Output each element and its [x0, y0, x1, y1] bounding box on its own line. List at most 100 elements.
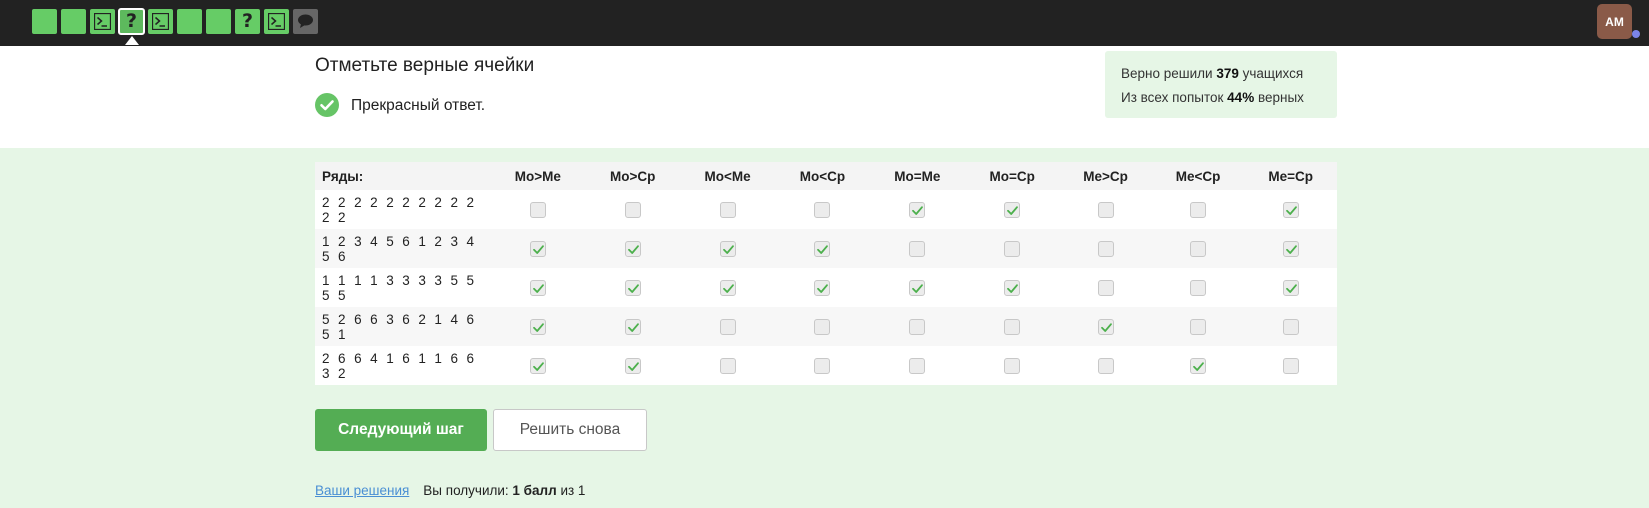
cell-checkbox[interactable] [719, 318, 736, 335]
cell-checkbox[interactable] [529, 201, 546, 218]
cell-checkbox[interactable] [1097, 240, 1114, 257]
table-cell [1059, 346, 1152, 385]
column-header: Мо<Ср [775, 162, 870, 190]
row-label: 1 1 1 1 3 3 3 3 5 5 5 5 [315, 268, 490, 307]
cell-checkbox[interactable] [1190, 318, 1207, 335]
cell-checkbox[interactable] [1282, 279, 1299, 296]
step-5[interactable] [148, 9, 173, 34]
stats-solved-prefix: Верно решили [1121, 66, 1213, 81]
table-cell [965, 346, 1060, 385]
cell-checkbox[interactable] [1282, 240, 1299, 257]
table-cell [775, 268, 870, 307]
cell-checkbox[interactable] [909, 279, 926, 296]
table-cell [1244, 307, 1337, 346]
cell-checkbox[interactable] [1190, 240, 1207, 257]
cell-checkbox[interactable] [909, 318, 926, 335]
cell-checkbox[interactable] [1282, 318, 1299, 335]
cell-checkbox[interactable] [719, 357, 736, 374]
cell-checkbox[interactable] [1004, 201, 1021, 218]
cell-checkbox[interactable] [1282, 201, 1299, 218]
table-cell [775, 346, 870, 385]
cell-checkbox[interactable] [814, 240, 831, 257]
column-header: Ме>Ср [1059, 162, 1152, 190]
cell-checkbox[interactable] [529, 357, 546, 374]
cell-checkbox[interactable] [624, 357, 641, 374]
cell-checkbox[interactable] [909, 240, 926, 257]
step-9[interactable] [264, 9, 289, 34]
step-3[interactable] [90, 9, 115, 34]
table-cell [869, 190, 966, 229]
comment-icon [298, 14, 313, 28]
cell-checkbox[interactable] [529, 318, 546, 335]
table-cell [1059, 190, 1152, 229]
table-cell [869, 229, 966, 268]
row-label: 2 6 6 4 1 6 1 1 6 6 3 2 [315, 346, 490, 385]
cell-checkbox[interactable] [1097, 201, 1114, 218]
your-solutions-link[interactable]: Ваши решения [315, 483, 409, 498]
task-title: Отметьте верные ячейки [315, 55, 535, 76]
cell-checkbox[interactable] [719, 279, 736, 296]
cell-checkbox[interactable] [814, 318, 831, 335]
table-cell [1244, 346, 1337, 385]
score-value: 1 балл [512, 483, 557, 498]
table-row: 2 2 2 2 2 2 2 2 2 2 2 2 [315, 190, 1337, 229]
table-cell [490, 346, 586, 385]
cell-checkbox[interactable] [1190, 201, 1207, 218]
lesson-steps: ?? [32, 8, 318, 45]
cell-checkbox[interactable] [719, 201, 736, 218]
cell-checkbox[interactable] [624, 279, 641, 296]
cell-checkbox[interactable] [624, 201, 641, 218]
cell-checkbox[interactable] [529, 240, 546, 257]
cell-checkbox[interactable] [814, 279, 831, 296]
table-cell [585, 346, 680, 385]
step-7[interactable] [206, 9, 231, 34]
cell-checkbox[interactable] [529, 279, 546, 296]
table-row: 2 6 6 4 1 6 1 1 6 6 3 2 [315, 346, 1337, 385]
top-navigation-bar: ?? АМ [0, 0, 1649, 46]
avatar[interactable]: АМ [1597, 4, 1632, 39]
table-cell [679, 268, 776, 307]
cell-checkbox[interactable] [1004, 279, 1021, 296]
cell-checkbox[interactable] [624, 318, 641, 335]
cell-checkbox[interactable] [1190, 279, 1207, 296]
cell-checkbox[interactable] [1097, 357, 1114, 374]
step-2[interactable] [61, 9, 86, 34]
step-4[interactable]: ? [118, 8, 145, 45]
cell-checkbox[interactable] [909, 201, 926, 218]
table-cell [965, 190, 1060, 229]
step-8[interactable]: ? [235, 9, 260, 34]
table-row: 1 2 3 4 5 6 1 2 3 4 5 6 [315, 229, 1337, 268]
table-cell [1151, 229, 1245, 268]
cell-checkbox[interactable] [814, 357, 831, 374]
step-1[interactable] [32, 9, 57, 34]
avatar-initials: АМ [1605, 14, 1624, 29]
cell-checkbox[interactable] [1097, 318, 1114, 335]
next-step-button[interactable]: Следующий шаг [315, 409, 487, 451]
stats-solved-count: 379 [1216, 66, 1239, 81]
cell-checkbox[interactable] [1004, 357, 1021, 374]
cell-checkbox[interactable] [1097, 279, 1114, 296]
row-label: 5 2 6 6 3 6 2 1 4 6 5 1 [315, 307, 490, 346]
retry-button[interactable]: Решить снова [493, 409, 647, 451]
table-cell [869, 346, 966, 385]
step-6[interactable] [177, 9, 202, 34]
table-cell [679, 229, 776, 268]
cell-checkbox[interactable] [909, 357, 926, 374]
score-line: Ваши решения Вы получили: 1 балл из 1 [315, 483, 585, 498]
score-suffix: из 1 [560, 483, 586, 498]
table-cell [490, 268, 586, 307]
cell-checkbox[interactable] [719, 240, 736, 257]
column-header: Ме=Ср [1244, 162, 1337, 190]
table-cell [490, 307, 586, 346]
cell-checkbox[interactable] [1282, 357, 1299, 374]
cell-checkbox[interactable] [1004, 318, 1021, 335]
cell-checkbox[interactable] [1190, 357, 1207, 374]
cell-checkbox[interactable] [624, 240, 641, 257]
cell-checkbox[interactable] [1004, 240, 1021, 257]
column-header: Мо<Ме [679, 162, 776, 190]
step-10[interactable] [293, 9, 318, 34]
table-cell [585, 229, 680, 268]
cell-checkbox[interactable] [814, 201, 831, 218]
answer-table: Ряды: Мо>Ме Мо>Ср Мо<Ме Мо<Ср Мо=Ме Мо=Ср Ме>Ср… [315, 162, 1337, 385]
stats-attempts-prefix: Из всех попыток [1121, 90, 1224, 105]
